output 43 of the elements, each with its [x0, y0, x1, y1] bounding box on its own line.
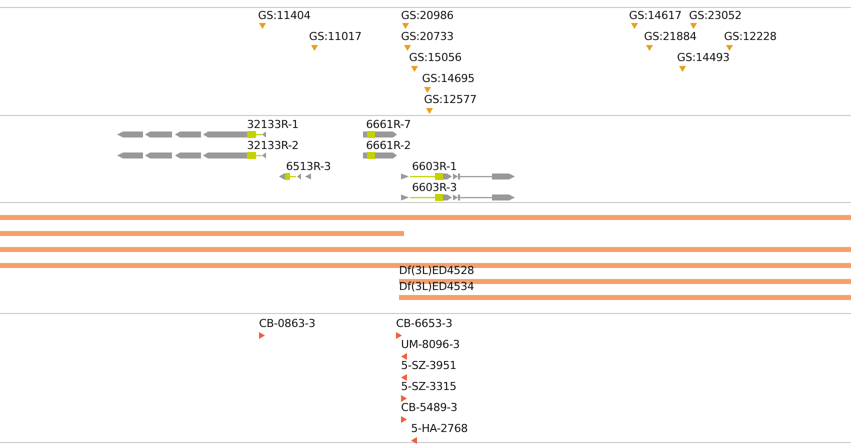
insertion-marker-icon: [679, 66, 686, 72]
insertion-label: GS:11017: [309, 30, 362, 44]
insertion-label: GS:15056: [409, 51, 462, 65]
insertion-marker-icon: [426, 108, 433, 114]
transcript-label: 6513R-3: [286, 160, 331, 174]
transcript-label: 6603R-3: [412, 181, 457, 195]
transcript-label: 6661R-7: [366, 118, 411, 132]
element-label: 5-SZ-3951: [401, 359, 456, 373]
insertion-label: GS:14695: [422, 72, 475, 86]
deletion-label: Df(3L)ED4534: [399, 280, 474, 294]
insertion-label: GS:20986: [401, 9, 454, 23]
element-label: CB-5489-3: [401, 401, 458, 415]
element-label: UM-8096-3: [401, 338, 460, 352]
gene-model-drawing: [279, 173, 311, 180]
transcript-label: 6603R-1: [412, 160, 457, 174]
gene-model-drawing: [363, 131, 397, 138]
insertion-marker-icon: [411, 66, 418, 72]
gene-model-drawing: [363, 152, 397, 159]
insertion-marker-icon: [690, 23, 697, 29]
element-label: 5-SZ-3315: [401, 380, 456, 394]
transcript-label: 32133R-1: [247, 118, 299, 132]
insertion-marker-icon: [424, 87, 431, 93]
insertion-marker-icon: [631, 23, 638, 29]
insertion-label: GS:11404: [258, 9, 311, 23]
insertion-label: GS:12577: [424, 93, 477, 107]
insertion-label: GS:14617: [629, 9, 682, 23]
insertion-label: GS:14493: [677, 51, 730, 65]
transcript-label: 6661R-2: [366, 139, 411, 153]
insertion-marker-icon: [402, 23, 409, 29]
insertion-marker-icon: [311, 45, 318, 51]
insertion-marker-icon: [259, 23, 266, 29]
insertion-marker-icon: [646, 45, 653, 51]
insertion-marker-icon: [726, 45, 733, 51]
insertion-label: GS:23052: [689, 9, 742, 23]
element-label: 5-HA-2768: [411, 422, 468, 436]
insertion-label: GS:12228: [724, 30, 777, 44]
element-label: CB-0863-3: [259, 317, 316, 331]
insertion-marker-icon: [404, 45, 411, 51]
insertion-label: GS:20733: [401, 30, 454, 44]
element-label: CB-6653-3: [396, 317, 452, 331]
insertion-label: GS:21884: [644, 30, 697, 44]
deletion-label: Df(3L)ED4528: [399, 264, 474, 278]
transcript-label: 32133R-2: [247, 139, 299, 153]
